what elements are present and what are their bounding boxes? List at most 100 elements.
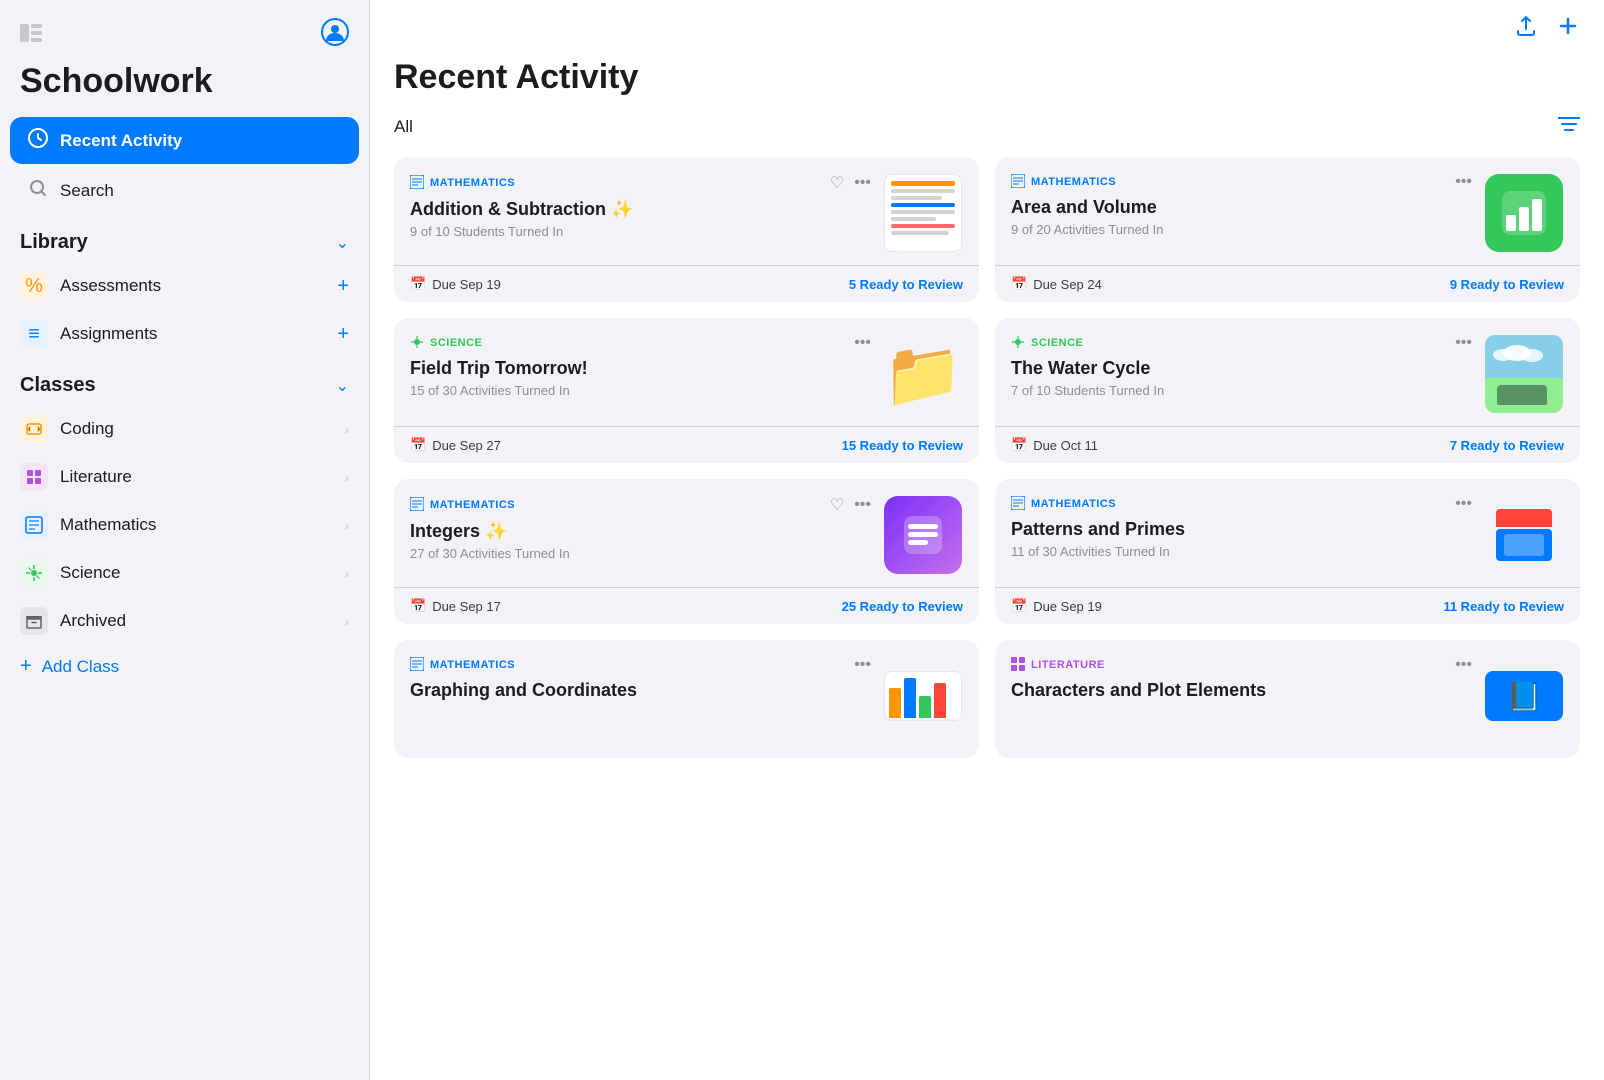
main-scroll-area: Recent Activity All [370, 58, 1604, 1080]
sidebar-item-search[interactable]: Search [10, 168, 359, 213]
card-due-1: 📅 Due Sep 19 [410, 276, 501, 292]
calendar-icon-5: 📅 [410, 598, 426, 614]
sidebar-item-assessments[interactable]: % Assessments + [0, 262, 369, 310]
clock-icon [26, 127, 50, 154]
sidebar-item-literature[interactable]: Literature › [0, 453, 369, 501]
card-thumb-1 [883, 173, 963, 253]
card-review-2[interactable]: 9 Ready to Review [1450, 277, 1564, 292]
card-field-trip[interactable]: SCIENCE ••• Field Trip Tomorrow! 15 of 3… [394, 318, 979, 463]
math-icon-1 [410, 175, 424, 192]
card-title-7: Graphing and Coordinates [410, 680, 871, 701]
card-footer-4: 📅 Due Oct 11 7 Ready to Review [995, 426, 1580, 463]
subject-label-1: MATHEMATICS [430, 177, 515, 189]
card-title-6: Patterns and Primes [1011, 519, 1472, 540]
app-title: Schoolwork [0, 62, 369, 115]
classes-chevron-icon[interactable]: ⌄ [336, 376, 349, 396]
subject-label-5: MATHEMATICS [430, 499, 515, 511]
profile-button[interactable] [321, 18, 349, 52]
filter-label: All [394, 117, 413, 137]
card-thumb-4 [1484, 334, 1564, 414]
card-title-2: Area and Volume [1011, 197, 1472, 218]
sidebar-toggle-button[interactable] [20, 22, 42, 48]
more-icon-8[interactable]: ••• [1455, 656, 1472, 674]
recent-activity-label: Recent Activity [60, 131, 182, 151]
filter-button[interactable] [1558, 115, 1580, 139]
add-class-label: Add Class [42, 657, 119, 677]
export-button[interactable] [1514, 14, 1538, 44]
search-icon [26, 178, 50, 203]
math-icon-7 [410, 657, 424, 674]
library-chevron-icon[interactable]: ⌄ [336, 233, 349, 253]
subject-label-8: LITERATURE [1031, 659, 1105, 671]
sidebar-item-coding[interactable]: Coding › [0, 405, 369, 453]
subject-label-3: SCIENCE [430, 337, 482, 349]
more-icon-3[interactable]: ••• [854, 334, 871, 352]
more-icon-7[interactable]: ••• [854, 656, 871, 674]
card-subtitle-2: 9 of 20 Activities Turned In [1011, 222, 1472, 237]
assessments-label: Assessments [60, 276, 161, 296]
card-title-8: Characters and Plot Elements [1011, 680, 1472, 701]
heart-icon-5[interactable]: ♡ [830, 495, 844, 515]
card-review-5[interactable]: 25 Ready to Review [842, 599, 963, 614]
main-toolbar [370, 0, 1604, 58]
sidebar-item-recent-activity[interactable]: Recent Activity [10, 117, 359, 164]
card-due-6: 📅 Due Sep 19 [1011, 598, 1102, 614]
add-class-button[interactable]: + Add Class [0, 645, 369, 688]
assignments-label: Assignments [60, 324, 157, 344]
math-icon-2 [1011, 174, 1025, 191]
add-assessment-icon[interactable]: + [337, 275, 349, 298]
assessments-icon: % [20, 272, 48, 300]
add-button[interactable] [1556, 14, 1580, 44]
subject-label-6: MATHEMATICS [1031, 498, 1116, 510]
card-integers[interactable]: MATHEMATICS ♡ ••• Integers ✨ 27 of 30 Ac… [394, 479, 979, 624]
sidebar-item-science[interactable]: Science › [0, 549, 369, 597]
card-water-cycle[interactable]: SCIENCE ••• The Water Cycle 7 of 10 Stud… [995, 318, 1580, 463]
card-patterns-primes[interactable]: MATHEMATICS ••• Patterns and Primes 11 o… [995, 479, 1580, 624]
card-area-volume[interactable]: MATHEMATICS ••• Area and Volume 9 of 20 … [995, 157, 1580, 302]
science-icon-2 [1011, 335, 1025, 352]
card-thumb-2 [1484, 173, 1564, 253]
sidebar-top [0, 0, 369, 62]
card-subtitle-3: 15 of 30 Activities Turned In [410, 383, 871, 398]
sidebar-item-mathematics[interactable]: Mathematics › [0, 501, 369, 549]
sidebar-item-assignments[interactable]: ≡ Assignments + [0, 310, 369, 358]
card-review-4[interactable]: 7 Ready to Review [1450, 438, 1564, 453]
card-thumb-7 [883, 656, 963, 736]
cards-grid: MATHEMATICS ♡ ••• Addition & Subtraction… [394, 157, 1580, 782]
card-graphing[interactable]: MATHEMATICS ••• Graphing and Coordinates [394, 640, 979, 758]
card-title-1: Addition & Subtraction ✨ [410, 199, 871, 220]
coding-label: Coding [60, 419, 114, 439]
card-review-3[interactable]: 15 Ready to Review [842, 438, 963, 453]
classes-section-header: Classes ⌄ [0, 358, 369, 405]
coding-dot [20, 415, 48, 443]
mathematics-label: Mathematics [60, 515, 156, 535]
card-review-1[interactable]: 5 Ready to Review [849, 277, 963, 292]
more-icon-5[interactable]: ••• [854, 496, 871, 514]
math-icon-5 [410, 497, 424, 514]
card-subtitle-5: 27 of 30 Activities Turned In [410, 546, 871, 561]
more-icon-6[interactable]: ••• [1455, 495, 1472, 513]
more-icon-1[interactable]: ••• [854, 174, 871, 192]
card-addition-subtraction[interactable]: MATHEMATICS ♡ ••• Addition & Subtraction… [394, 157, 979, 302]
more-icon-4[interactable]: ••• [1455, 334, 1472, 352]
subject-label-2: MATHEMATICS [1031, 176, 1116, 188]
card-review-6[interactable]: 11 Ready to Review [1443, 599, 1564, 614]
card-footer-2: 📅 Due Sep 24 9 Ready to Review [995, 265, 1580, 302]
calendar-icon-1: 📅 [410, 276, 426, 292]
page-title: Recent Activity [394, 58, 1580, 97]
card-due-5: 📅 Due Sep 17 [410, 598, 501, 614]
card-footer-5: 📅 Due Sep 17 25 Ready to Review [394, 587, 979, 624]
sidebar-item-archived[interactable]: Archived › [0, 597, 369, 645]
sidebar: Schoolwork Recent Activity Search Librar… [0, 0, 370, 1080]
more-icon-2[interactable]: ••• [1455, 173, 1472, 191]
add-assignment-icon[interactable]: + [337, 323, 349, 346]
card-characters-plot[interactable]: LITERATURE ••• Characters and Plot Eleme… [995, 640, 1580, 758]
archived-chevron-icon: › [344, 613, 349, 629]
calendar-icon-2: 📅 [1011, 276, 1027, 292]
heart-icon-1[interactable]: ♡ [830, 173, 844, 193]
math-icon-6 [1011, 496, 1025, 513]
archived-dot [20, 607, 48, 635]
card-subtitle-1: 9 of 10 Students Turned In [410, 224, 871, 239]
card-due-3: 📅 Due Sep 27 [410, 437, 501, 453]
lit-icon-8 [1011, 657, 1025, 674]
